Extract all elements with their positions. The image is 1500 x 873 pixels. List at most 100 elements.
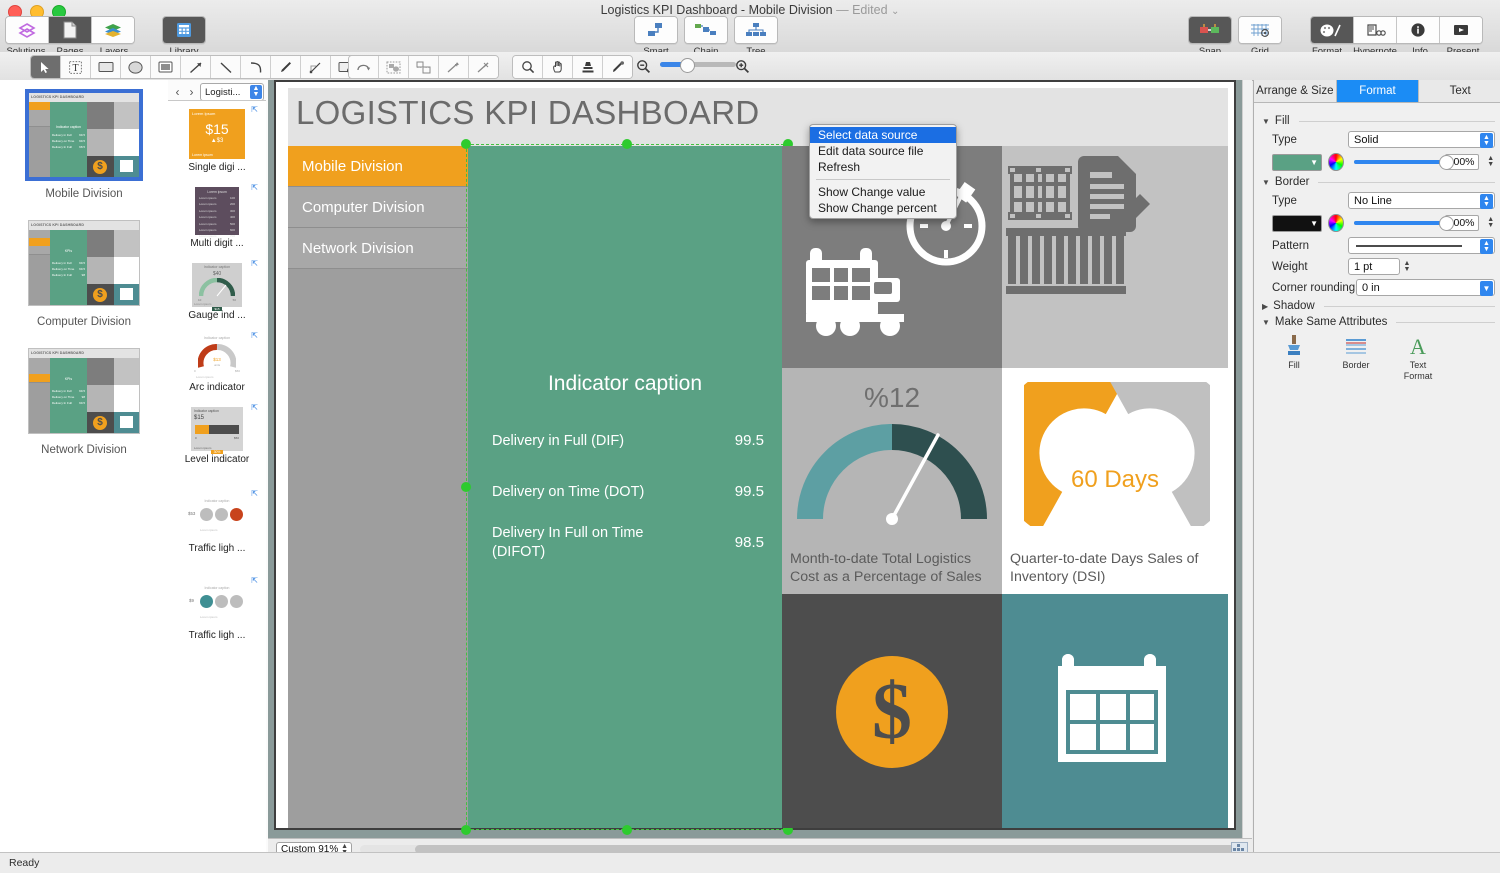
ellipse-tool[interactable] xyxy=(121,56,151,78)
group-tool[interactable] xyxy=(379,56,409,78)
library-item[interactable]: ⇱ Lorem ipsum Lorem ipsum100 Lorem ipsum… xyxy=(168,179,266,255)
dashboard-nav[interactable]: Mobile Division Computer Division Networ… xyxy=(288,146,468,828)
library-button[interactable] xyxy=(163,17,205,43)
hypernote-button[interactable] xyxy=(1354,17,1397,43)
make-same-fill-button[interactable]: Fill xyxy=(1274,334,1314,382)
library-item[interactable]: ⇱ Indicator caption $40 10 $15 50 Lorem … xyxy=(168,255,266,327)
color-wheel-icon[interactable] xyxy=(1328,153,1344,171)
context-menu[interactable]: Select data source Edit data source file… xyxy=(809,124,957,219)
border-color-swatch[interactable]: ▼ xyxy=(1272,215,1322,232)
hand-tool[interactable] xyxy=(543,56,573,78)
border-type-select[interactable]: No Line ▲▼ xyxy=(1348,192,1495,209)
context-menu-item-show-change-percent[interactable]: Show Change percent xyxy=(810,200,956,216)
tree-button[interactable] xyxy=(735,17,777,43)
color-wheel-icon[interactable] xyxy=(1328,214,1344,232)
zoom-slider[interactable] xyxy=(660,62,736,67)
library-thumbnail[interactable]: Lorem Ipsum $15 ▲$3 Lorem ipsum xyxy=(189,109,245,159)
stamp-tool[interactable] xyxy=(573,56,603,78)
selection-handle[interactable] xyxy=(461,139,471,149)
rectangle-tool[interactable] xyxy=(91,56,121,78)
format-inspector-panel[interactable]: Arrange & Size Format Text ▼ Fill Type S… xyxy=(1253,80,1500,852)
disclosure-triangle-icon[interactable]: ▼ xyxy=(1262,318,1270,327)
chevron-left-icon[interactable]: ‹ xyxy=(172,85,183,99)
document-page[interactable]: LOGISTICS KPI DASHBOARD Mobile Division … xyxy=(274,80,1236,830)
canvas-vertical-scrollbar[interactable] xyxy=(1242,80,1252,838)
grid-button[interactable] xyxy=(1239,17,1281,43)
make-same-section-header[interactable]: ▼ Make Same Attributes xyxy=(1262,316,1495,328)
edit-tools-segment[interactable] xyxy=(348,55,499,79)
library-thumbnail[interactable]: Indicator caption $40 10 $15 50 Lorem ip… xyxy=(192,263,242,307)
library-item[interactable]: ⇱ Indicator caption $53 Lorem ipsum Traf… xyxy=(168,485,266,560)
library-thumbnail[interactable]: Indicator caption $9 Lorem ipsum xyxy=(186,586,248,620)
dollar-tile[interactable]: $ xyxy=(782,594,1002,828)
page-item-computer[interactable]: LOGISTICS KPI DASHBOARD KPIs Delivery in… xyxy=(0,208,168,336)
chevron-down-icon[interactable]: ⌄ xyxy=(891,6,899,17)
gauge-tile[interactable]: %12 Month-to-date Total Logistics Cost a… xyxy=(782,368,1002,594)
grid-segment[interactable] xyxy=(1238,16,1282,44)
page-thumbnail[interactable]: LOGISTICS KPI DASHBOARD KPIs Delivery in… xyxy=(28,348,140,434)
pen-tool[interactable] xyxy=(271,56,301,78)
context-menu-item-edit-data-source-file[interactable]: Edit data source file xyxy=(810,143,956,159)
make-same-border-button[interactable]: Border xyxy=(1336,334,1376,382)
fill-opacity-stepper[interactable]: ▲▼ xyxy=(1487,154,1496,170)
bezier-tool[interactable] xyxy=(301,56,331,78)
shadow-section-header[interactable]: ▶ Shadow xyxy=(1262,300,1495,312)
canvas-area[interactable]: LOGISTICS KPI DASHBOARD Mobile Division … xyxy=(268,80,1252,838)
context-menu-item-show-change-value[interactable]: Show Change value xyxy=(810,184,956,200)
zoom-out-icon[interactable] xyxy=(636,59,651,74)
selection-handle[interactable] xyxy=(461,825,471,835)
draw-tools-segment[interactable]: T xyxy=(30,55,361,79)
solutions-button[interactable] xyxy=(6,17,49,43)
fill-color-swatch[interactable]: ▼ xyxy=(1272,154,1322,171)
text-tool[interactable]: T xyxy=(61,56,91,78)
line-tool[interactable] xyxy=(211,56,241,78)
chain-button[interactable] xyxy=(685,17,727,43)
zoom-tool[interactable] xyxy=(513,56,543,78)
corner-rounding-select[interactable]: 0 in ▼ xyxy=(1356,279,1495,296)
library-thumbnail[interactable]: Lorem ipsum Lorem ipsum100 Lorem ipsum20… xyxy=(195,187,239,235)
library-item[interactable]: ⇱ Indicator caption $13 units 0 $50 Lore… xyxy=(168,327,266,399)
smart-segment[interactable] xyxy=(634,16,678,44)
library-thumbnail[interactable]: Indicator caption $13 units 0 $50 Lorem … xyxy=(191,335,243,379)
format-button[interactable] xyxy=(1311,17,1354,43)
border-opacity-slider[interactable] xyxy=(1354,221,1435,225)
tab-arrange-size[interactable]: Arrange & Size xyxy=(1254,80,1337,102)
border-section-header[interactable]: ▼ Border xyxy=(1262,176,1495,188)
chevron-down-icon[interactable]: ▼ xyxy=(1480,281,1493,296)
indicator-panel[interactable]: Indicator caption Delivery in Full (DIF)… xyxy=(468,146,782,828)
arc-tile[interactable]: 60 Days Quarter-to-date Days Sales of In… xyxy=(1002,368,1228,594)
zoom-in-icon[interactable] xyxy=(735,59,750,74)
library-thumbnail[interactable]: Indicator caption $15 0 $50 30% Lorem ip… xyxy=(191,407,243,451)
library-item[interactable]: ⇱ Indicator caption $9 Lorem ipsum Traff… xyxy=(168,570,266,647)
container-document-tile[interactable] xyxy=(1002,146,1228,368)
smart-button[interactable] xyxy=(635,17,677,43)
snap-button[interactable] xyxy=(1189,17,1231,43)
inspector-segment[interactable] xyxy=(1310,16,1483,44)
nav-item-network-division[interactable]: Network Division xyxy=(288,228,468,269)
disclosure-triangle-icon[interactable]: ▶ xyxy=(1262,302,1268,311)
stepper-icon[interactable]: ▲▼ xyxy=(1480,133,1493,148)
selection-handle[interactable] xyxy=(622,139,632,149)
border-opacity-stepper[interactable]: ▲▼ xyxy=(1487,215,1496,231)
make-same-text-format-button[interactable]: A Text Format xyxy=(1398,334,1438,382)
page-item-network[interactable]: LOGISTICS KPI DASHBOARD KPIs Delivery in… xyxy=(0,336,168,464)
eyedropper-tool[interactable] xyxy=(603,56,632,78)
undo-rotate-tool[interactable] xyxy=(349,56,379,78)
library-panel[interactable]: ‹ › Logisti... ▲▼ ⇱ Lorem Ipsum $15 ▲$3 … xyxy=(168,80,269,852)
pages-panel[interactable]: LOGISTICS KPI DASHBOARD Indicator captio… xyxy=(0,80,169,852)
library-item[interactable]: ⇱ Indicator caption $15 0 $50 30% Lorem … xyxy=(168,399,266,471)
selection-handle[interactable] xyxy=(622,825,632,835)
library-segment[interactable] xyxy=(162,16,206,44)
inspector-tabs[interactable]: Arrange & Size Format Text xyxy=(1254,80,1500,103)
select-tool[interactable] xyxy=(31,56,61,78)
align-tool[interactable] xyxy=(409,56,439,78)
make-same-buttons[interactable]: Fill Border A Text Format xyxy=(1274,334,1495,382)
border-weight-value[interactable]: 1 pt xyxy=(1348,258,1400,275)
border-weight-stepper[interactable]: ▲▼ xyxy=(1402,259,1412,275)
page-thumbnail[interactable]: LOGISTICS KPI DASHBOARD Indicator captio… xyxy=(28,92,140,178)
library-selector[interactable]: Logisti... ▲▼ xyxy=(200,83,264,101)
chevron-right-icon[interactable]: › xyxy=(186,85,197,99)
fill-type-select[interactable]: Solid ▲▼ xyxy=(1348,131,1495,148)
context-menu-item-select-data-source[interactable]: Select data source xyxy=(810,127,956,143)
fill-section-header[interactable]: ▼ Fill xyxy=(1262,115,1495,127)
